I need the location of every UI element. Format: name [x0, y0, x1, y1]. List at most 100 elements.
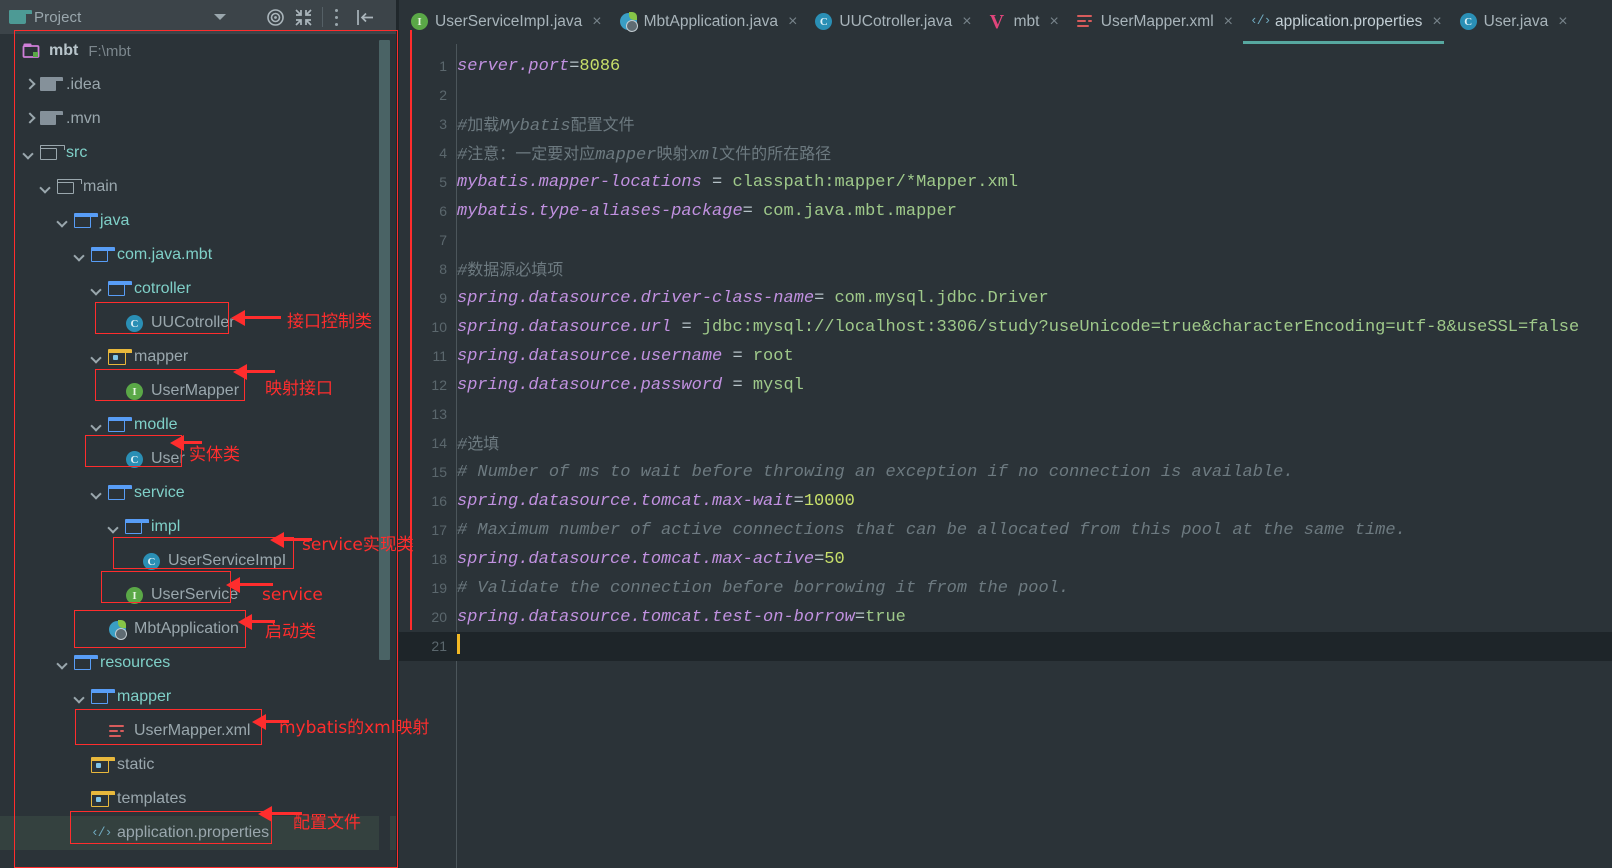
editor-tab-bar[interactable]: I UserServiceImpI.java × MbtApplication.jav… [399, 0, 1612, 44]
tree-twisty-toggle[interactable] [23, 79, 36, 92]
tree-twisty-toggle[interactable] [91, 487, 104, 500]
tree-row-src[interactable]: src [0, 136, 396, 170]
tree-row-com.java.mbt[interactable]: com.java.mbt [0, 238, 396, 272]
property-separator: = [854, 608, 866, 627]
property-separator: = [569, 57, 580, 76]
line-content: spring.datasource.driver-class-name= com… [457, 284, 1049, 313]
tree-row-application.properties[interactable]: ‹/› application.properties [0, 816, 396, 850]
tree-row-userservice[interactable]: I UserService [0, 578, 396, 612]
editor-tab-close-icon[interactable]: × [788, 14, 797, 30]
line-number: 12 [431, 377, 447, 393]
tree-row-label: application.properties [117, 824, 270, 841]
editor-tab-userserviceimpi-java[interactable]: I UserServiceImpI.java × [399, 0, 608, 44]
tree-row-service[interactable]: service [0, 476, 396, 510]
tree-row-modle[interactable]: modle [0, 408, 396, 442]
tree-row-label: mbt [49, 42, 79, 59]
tree-twisty-toggle[interactable] [91, 351, 104, 364]
locate-target-icon[interactable] [266, 8, 285, 27]
tree-twisty-toggle[interactable] [23, 147, 36, 160]
editor-tab-mbt[interactable]: Vmbt × [978, 0, 1065, 44]
code-content[interactable]: 1 server.port=8086 2 3 #加载Mybatis配置文件 4 #注意：一定… [399, 44, 1612, 868]
tree-row-usermapper[interactable]: I UserMapper [0, 374, 396, 408]
tree-root-row[interactable]: mbt F:\mbt [0, 34, 396, 68]
folder-outline-icon [39, 144, 65, 162]
tree-twisty-toggle[interactable] [6, 45, 19, 58]
tree-row-impl[interactable]: impl [0, 510, 396, 544]
folder-source-icon [73, 654, 98, 672]
editor-tab-usermapper-xml[interactable]: UserMapper.xml × [1065, 0, 1239, 44]
tree-row-templates[interactable]: templates [0, 782, 396, 816]
xml-file-icon [1075, 12, 1095, 32]
editor-tab-close-icon[interactable]: × [592, 14, 601, 30]
property-separator: = [722, 347, 753, 366]
tree-row-cotroller[interactable]: cotroller [0, 272, 396, 306]
code-line: 7 [399, 226, 1612, 255]
line-content [457, 632, 460, 661]
folder-source-icon [107, 416, 132, 434]
tree-row-label: com.java.mbt [117, 246, 213, 263]
tree-row-mapper[interactable]: mapper [0, 680, 396, 714]
line-content: server.port=8086 [457, 52, 620, 81]
editor-tab-close-icon[interactable]: × [962, 14, 971, 30]
tree-row-label: .idea [66, 76, 101, 93]
code-line: 12 spring.datasource.password = mysql [399, 371, 1612, 400]
hide-panel-icon[interactable] [355, 8, 375, 27]
tree-twisty-toggle[interactable] [74, 249, 87, 262]
tree-row-main[interactable]: main [0, 170, 396, 204]
editor-tab-user-java[interactable]: C User.java × [1448, 0, 1574, 44]
tree-twisty-placeholder [74, 827, 87, 840]
property-separator: = [701, 173, 733, 192]
project-tool-title: Project [34, 8, 82, 26]
tree-row-userserviceimpi[interactable]: C UserServiceImpI [0, 544, 396, 578]
more-options-icon[interactable] [333, 8, 339, 27]
line-content: spring.datasource.tomcat.max-wait=10000 [457, 487, 855, 516]
property-key: mybatis.type-aliases-package [457, 202, 743, 221]
tree-twisty-placeholder [74, 793, 87, 806]
editor-tab-close-icon[interactable]: × [1558, 14, 1567, 30]
code-line: 3 #加载Mybatis配置文件 [399, 110, 1612, 139]
tree-row-uucotroller[interactable]: C UUCotroller [0, 306, 396, 340]
property-key: spring.datasource.tomcat.max-wait [457, 492, 794, 511]
tree-twisty-placeholder [108, 589, 121, 602]
chevron-down-icon[interactable] [214, 14, 226, 20]
editor-tab-mbtapplication-java[interactable]: MbtApplication.java × [608, 0, 804, 44]
line-number: 21 [431, 638, 447, 654]
tree-twisty-toggle[interactable] [40, 181, 53, 194]
java-class-icon: C [124, 450, 144, 468]
tree-row-.idea[interactable]: .idea [0, 68, 396, 102]
tree-row-java[interactable]: java [0, 204, 396, 238]
code-comment: #选填 [457, 434, 500, 455]
xml-file-icon [107, 722, 127, 740]
tree-twisty-toggle[interactable] [91, 283, 104, 296]
editor-tab-close-icon[interactable]: × [1432, 14, 1441, 30]
tree-twisty-toggle[interactable] [91, 419, 104, 432]
editor-tab-close-icon[interactable]: × [1224, 14, 1233, 30]
tree-twisty-placeholder [108, 385, 121, 398]
editor-tab-close-icon[interactable]: × [1049, 14, 1058, 30]
tree-twisty-toggle[interactable] [108, 521, 121, 534]
editor-area[interactable]: 1 server.port=8086 2 3 #加载Mybatis配置文件 4 #注意：一定… [399, 44, 1612, 868]
property-key: spring.datasource.username [457, 347, 723, 366]
tree-twisty-toggle[interactable] [74, 691, 87, 704]
editor-tab-uucotroller-java[interactable]: C UUCotroller.java × [803, 0, 977, 44]
tree-row-.mvn[interactable]: .mvn [0, 102, 396, 136]
collapse-all-icon[interactable] [294, 8, 313, 27]
project-tree-scrollbar-thumb[interactable] [379, 40, 390, 660]
tree-twisty-toggle[interactable] [57, 215, 70, 228]
tree-row-static[interactable]: static [0, 748, 396, 782]
project-tree[interactable]: mbt F:\mbt .idea .mvn src main java com.java.mb… [0, 34, 396, 868]
tree-row-user[interactable]: C User [0, 442, 396, 476]
line-content: spring.datasource.username = root [457, 342, 794, 371]
tree-row-usermapper.xml[interactable]: UserMapper.xml [0, 714, 396, 748]
line-number: 2 [439, 87, 447, 103]
tree-twisty-toggle[interactable] [23, 113, 36, 126]
code-line: 4 #注意：一定要对应mapper映射xml文件的所在路径 [399, 139, 1612, 168]
editor-tab-label: application.properties [1274, 13, 1423, 30]
property-value: jdbc:mysql://localhost:3306/study?useUni… [701, 318, 1580, 337]
tree-twisty-toggle[interactable] [57, 657, 70, 670]
tree-row-mapper[interactable]: mapper [0, 340, 396, 374]
tree-row-resources[interactable]: resources [0, 646, 396, 680]
property-separator: = [793, 492, 804, 511]
editor-tab-application-properties[interactable]: ‹/› application.properties × [1239, 0, 1448, 44]
tree-row-mbtapplication[interactable]: MbtApplication [0, 612, 396, 646]
